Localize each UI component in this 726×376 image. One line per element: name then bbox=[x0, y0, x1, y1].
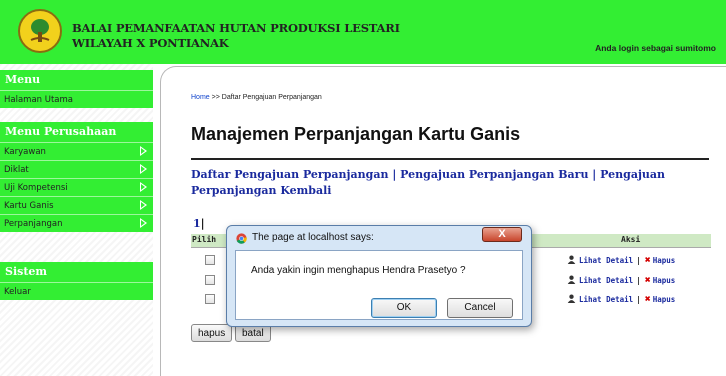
sidebar-title-perusahaan: Menu Perusahaan bbox=[0, 122, 153, 142]
action-separator: | bbox=[636, 295, 641, 304]
org-logo bbox=[18, 9, 62, 53]
row-select-checkbox[interactable] bbox=[205, 255, 215, 265]
breadcrumb-current: >> Daftar Pengajuan Perpanjangan bbox=[211, 94, 322, 101]
submenu-arrow-icon bbox=[140, 164, 147, 174]
dialog-close-button[interactable]: X bbox=[482, 227, 522, 242]
dialog-body: Anda yakin ingin menghapus Hendra Praset… bbox=[235, 250, 523, 320]
person-icon bbox=[567, 275, 576, 284]
login-status: Anda login sebagai sumitomo bbox=[595, 43, 716, 53]
action-separator: | bbox=[636, 256, 641, 265]
page-title: Manajemen Perpanjangan Kartu Ganis bbox=[191, 124, 521, 144]
link-pengajuan-baru[interactable]: Pengajuan Perpanjangan Baru bbox=[400, 168, 588, 181]
delete-icon[interactable]: ✖ bbox=[645, 294, 651, 305]
sidebar: Menu Halaman Utama Menu Perusahaan Karya… bbox=[0, 64, 153, 376]
row-select-checkbox[interactable] bbox=[205, 275, 215, 285]
sidebar-item-label: Diklat bbox=[4, 165, 29, 175]
delete-link[interactable]: Hapus bbox=[653, 256, 676, 265]
submenu-arrow-icon bbox=[140, 182, 147, 192]
cancel-button[interactable]: Cancel bbox=[447, 298, 513, 318]
delete-link[interactable]: Hapus bbox=[653, 276, 676, 285]
dialog-title: The page at localhost says: bbox=[252, 232, 374, 243]
action-separator: | bbox=[636, 276, 641, 285]
ok-button[interactable]: OK bbox=[371, 298, 437, 318]
link-daftar-pengajuan[interactable]: Daftar Pengajuan Perpanjangan bbox=[191, 168, 388, 181]
sidebar-item-label: Karyawan bbox=[4, 147, 46, 157]
title-divider bbox=[191, 158, 709, 160]
sidebar-item-karyawan[interactable]: Karyawan bbox=[0, 142, 153, 160]
view-detail-link[interactable]: Lihat Detail bbox=[579, 256, 633, 265]
sidebar-item-diklat[interactable]: Diklat bbox=[0, 160, 153, 178]
page-link-1[interactable]: 1 bbox=[193, 217, 201, 230]
breadcrumb-home-link[interactable]: Home bbox=[191, 94, 210, 101]
hapus-button[interactable]: hapus bbox=[191, 324, 233, 342]
sidebar-item-label: Kartu Ganis bbox=[4, 201, 54, 211]
column-header-pilih: Pilih bbox=[192, 235, 217, 244]
link-separator: | bbox=[592, 168, 597, 181]
sidebar-item-kartu-ganis[interactable]: Kartu Ganis bbox=[0, 196, 153, 214]
row-actions: Lihat Detail | ✖ Hapus bbox=[567, 294, 675, 305]
column-header-aksi: Aksi bbox=[621, 235, 641, 244]
action-links: Daftar Pengajuan Perpanjangan | Pengajua… bbox=[191, 167, 711, 199]
sidebar-item-halaman-utama[interactable]: Halaman Utama bbox=[0, 90, 153, 108]
sidebar-item-label: Keluar bbox=[4, 287, 31, 297]
org-name-line1: BALAI PEMANFAATAN HUTAN PRODUKSI LESTARI bbox=[72, 21, 400, 35]
link-separator: | bbox=[392, 168, 397, 181]
person-icon bbox=[567, 294, 576, 303]
row-actions: Lihat Detail | ✖ Hapus bbox=[567, 255, 675, 266]
delete-icon[interactable]: ✖ bbox=[645, 275, 651, 286]
confirm-dialog: The page at localhost says: X Anda yakin… bbox=[226, 225, 532, 327]
sidebar-item-perpanjangan[interactable]: Perpanjangan bbox=[0, 214, 153, 232]
submenu-arrow-icon bbox=[140, 200, 147, 210]
pagination-separator: | bbox=[200, 217, 205, 230]
row-select-checkbox[interactable] bbox=[205, 294, 215, 304]
dialog-message: Anda yakin ingin menghapus Hendra Praset… bbox=[251, 265, 466, 276]
header-bar: BALAI PEMANFAATAN HUTAN PRODUKSI LESTARI… bbox=[0, 0, 726, 64]
delete-icon[interactable]: ✖ bbox=[645, 255, 651, 266]
row-actions: Lihat Detail | ✖ Hapus bbox=[567, 275, 675, 286]
submenu-arrow-icon bbox=[140, 146, 147, 156]
sidebar-item-keluar[interactable]: Keluar bbox=[0, 282, 153, 300]
sidebar-title-menu: Menu bbox=[0, 70, 153, 90]
view-detail-link[interactable]: Lihat Detail bbox=[579, 295, 633, 304]
chrome-icon bbox=[236, 233, 247, 244]
pagination: 1| bbox=[193, 217, 205, 230]
sidebar-item-label: Halaman Utama bbox=[4, 95, 74, 105]
sidebar-item-uji-kompetensi[interactable]: Uji Kompetensi bbox=[0, 178, 153, 196]
breadcrumb: Home >> Daftar Pengajuan Perpanjangan bbox=[191, 94, 322, 101]
person-icon bbox=[567, 255, 576, 264]
sidebar-item-label: Uji Kompetensi bbox=[4, 183, 68, 193]
org-name-line2: WILAYAH X PONTIANAK bbox=[72, 36, 229, 50]
delete-link[interactable]: Hapus bbox=[653, 295, 676, 304]
submenu-arrow-icon bbox=[140, 218, 147, 228]
sidebar-title-sistem: Sistem bbox=[0, 262, 153, 282]
main-content: Home >> Daftar Pengajuan Perpanjangan Ma… bbox=[160, 66, 726, 376]
tree-icon bbox=[30, 19, 50, 42]
sidebar-item-label: Perpanjangan bbox=[4, 219, 63, 229]
view-detail-link[interactable]: Lihat Detail bbox=[579, 276, 633, 285]
